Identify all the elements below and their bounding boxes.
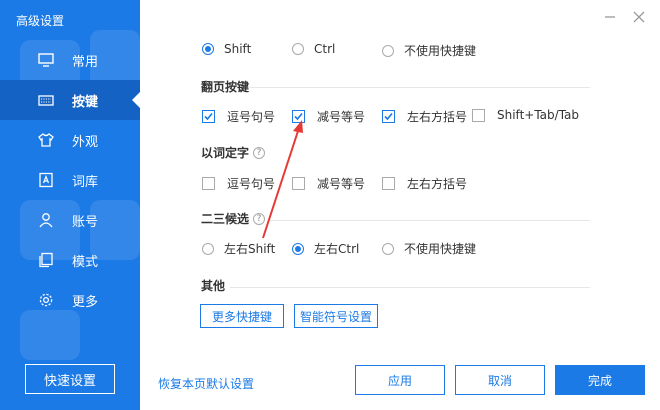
sidebar-item-account[interactable]: 账号: [0, 200, 140, 240]
radio-label: 不使用快捷键: [404, 242, 477, 256]
checkbox-label: 逗号句号: [227, 177, 276, 191]
sidebar-item-label: 词库: [72, 174, 99, 190]
apply-button[interactable]: 应用: [355, 365, 445, 395]
sidebar-item-more[interactable]: 更多: [0, 280, 140, 320]
radio-label: 左右Ctrl: [314, 242, 360, 256]
divider: [250, 87, 590, 88]
gear-icon: [38, 292, 54, 308]
dictionary-icon: [38, 172, 54, 188]
checkbox-word-comma-period[interactable]: 逗号句号: [202, 175, 275, 192]
keyboard-icon: [38, 92, 54, 108]
sidebar-item-label: 更多: [72, 294, 99, 310]
sidebar-item-dictionary[interactable]: 词库: [0, 160, 140, 200]
section-title-other: 其他: [201, 277, 225, 294]
checkbox-page-comma-period[interactable]: 逗号句号: [202, 108, 275, 125]
quick-settings-button[interactable]: 快速设置: [25, 364, 115, 394]
sidebar: 高级设置 常用 按键 外观 词库 账号 模式 更多 快速设置: [0, 0, 140, 410]
checkbox-indicator: [202, 177, 215, 190]
divider: [270, 220, 590, 221]
checkbox-label: Shift+Tab/Tab: [497, 108, 580, 122]
sidebar-item-label: 模式: [72, 254, 99, 270]
divider: [230, 287, 590, 288]
section-title-page-turn: 翻页按键: [201, 78, 249, 95]
section-title-text: 以词定字: [201, 146, 250, 160]
checkbox-label: 逗号句号: [227, 110, 276, 124]
radio-indicator: [292, 43, 304, 55]
help-icon[interactable]: ?: [253, 146, 266, 159]
checkmark-icon: [294, 112, 303, 121]
radio-indicator: [202, 242, 214, 255]
checkbox-label: 减号等号: [317, 110, 366, 124]
checkbox-page-shift-tab[interactable]: Shift+Tab/Tab: [472, 108, 579, 122]
sidebar-item-keys[interactable]: 按键: [0, 80, 140, 120]
radio-ctrl[interactable]: Ctrl: [292, 42, 335, 56]
checkbox-label: 左右方括号: [407, 177, 468, 191]
radio-left-right-shift[interactable]: 左右Shift: [202, 240, 275, 257]
user-icon: [38, 212, 54, 228]
monitor-icon: [38, 52, 54, 68]
restore-defaults-link[interactable]: 恢复本页默认设置: [158, 375, 254, 392]
section-title-word-select: 以词定字 ?: [201, 144, 266, 161]
help-icon[interactable]: ?: [253, 212, 266, 225]
smart-symbol-settings-button[interactable]: 智能符号设置: [294, 304, 378, 328]
radio-indicator: [202, 43, 214, 55]
radio-label: 左右Shift: [224, 242, 276, 256]
section-title-candidates: 二三候选 ?: [201, 210, 266, 227]
checkbox-indicator: [292, 110, 305, 123]
radio-no-shortcut[interactable]: 不使用快捷键: [382, 42, 476, 59]
radio-label: 不使用快捷键: [404, 44, 477, 58]
radio-indicator: [292, 242, 304, 255]
sidebar-item-label: 账号: [72, 214, 99, 230]
more-shortcuts-button[interactable]: 更多快捷键: [200, 304, 284, 328]
sidebar-item-label: 外观: [72, 134, 99, 150]
sidebar-item-mode[interactable]: 模式: [0, 240, 140, 280]
checkbox-word-minus-equal[interactable]: 减号等号: [292, 175, 365, 192]
checkmark-icon: [384, 112, 393, 121]
radio-label: Shift: [224, 42, 252, 56]
cancel-button[interactable]: 取消: [455, 365, 545, 395]
checkbox-label: 左右方括号: [407, 110, 468, 124]
checkbox-page-brackets[interactable]: 左右方括号: [382, 108, 467, 125]
checkbox-indicator: [202, 110, 215, 123]
radio-left-right-ctrl[interactable]: 左右Ctrl: [292, 240, 359, 257]
radio-label: Ctrl: [314, 42, 336, 56]
checkbox-page-minus-equal[interactable]: 减号等号: [292, 108, 365, 125]
sidebar-item-common[interactable]: 常用: [0, 40, 140, 80]
radio-shift[interactable]: Shift: [202, 42, 251, 56]
section-title-text: 翻页按键: [201, 80, 250, 94]
checkmark-icon: [204, 112, 213, 121]
settings-panel: Shift Ctrl 不使用快捷键 翻页按键 逗号句号 减号等号 左右方括号 S…: [140, 0, 660, 410]
mode-icon: [38, 252, 54, 268]
sidebar-item-label: 按键: [72, 94, 99, 110]
section-title-text: 其他: [201, 279, 226, 293]
sidebar-item-label: 常用: [72, 54, 99, 70]
sidebar-item-appearance[interactable]: 外观: [0, 120, 140, 160]
checkbox-indicator: [382, 110, 395, 123]
radio-indicator: [382, 44, 394, 57]
checkbox-indicator: [382, 177, 395, 190]
done-button[interactable]: 完成: [555, 365, 645, 395]
checkbox-label: 减号等号: [317, 177, 366, 191]
checkbox-indicator: [292, 177, 305, 190]
shirt-icon: [38, 132, 54, 148]
radio-indicator: [382, 242, 394, 255]
checkbox-indicator: [472, 108, 485, 122]
section-title-text: 二三候选: [201, 212, 250, 226]
checkbox-word-brackets[interactable]: 左右方括号: [382, 175, 467, 192]
radio-candidates-no-shortcut[interactable]: 不使用快捷键: [382, 240, 476, 257]
sidebar-title: 高级设置: [16, 14, 65, 28]
